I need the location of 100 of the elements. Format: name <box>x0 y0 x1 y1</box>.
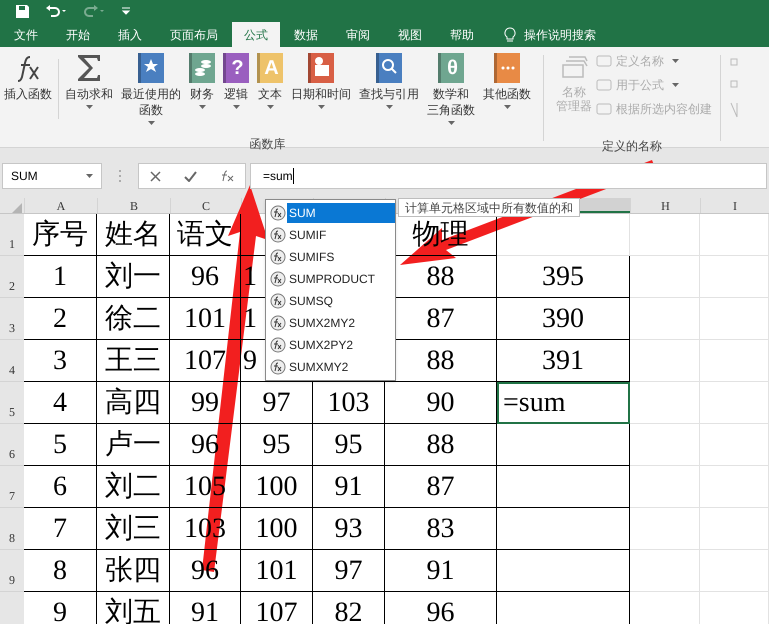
table-cell <box>700 466 769 508</box>
table-cell: 高四 <box>97 382 170 424</box>
grip-icon <box>118 169 122 183</box>
ribbon-button[interactable]: 财务 <box>185 47 219 135</box>
row-header[interactable]: 7 <box>0 466 24 508</box>
table-cell: 刘二 <box>97 466 170 508</box>
dots-book-icon <box>494 53 520 83</box>
table-cell: 95 <box>241 424 313 466</box>
function-icon <box>270 315 286 331</box>
table-cell: 90 <box>385 382 497 424</box>
table-cell: 姓名 <box>97 214 170 256</box>
row-header[interactable]: 6 <box>0 424 24 466</box>
magnifier-book-icon <box>376 53 402 83</box>
theta-book-icon: θ <box>438 53 464 83</box>
tag-icon <box>596 102 612 116</box>
table-cell <box>630 382 700 424</box>
table-cell: 7 <box>24 508 97 550</box>
table-cell: 3 <box>24 340 97 382</box>
undo-icon[interactable] <box>45 5 67 17</box>
ribbon-tab[interactable]: 公式 <box>232 22 280 47</box>
ribbon-tab[interactable]: 审阅 <box>332 22 384 47</box>
function-icon <box>270 293 286 309</box>
function-tooltip: 计算单元格区域中所有数值的和 <box>398 198 580 217</box>
tell-me-search[interactable]: 操作说明搜索 <box>516 22 604 47</box>
ribbon-button[interactable]: 自动求和 <box>61 47 117 135</box>
text-book-icon: A <box>257 53 283 83</box>
ribbon-tab[interactable]: 开始 <box>52 22 104 47</box>
ribbon-button[interactable]: 插入函数 <box>0 47 56 135</box>
table-cell: 9 <box>24 592 97 624</box>
table-cell: 6 <box>24 466 97 508</box>
tag-icon <box>596 78 612 92</box>
table-cell: 97 <box>313 550 385 592</box>
table-cell <box>700 550 769 592</box>
table-cell: 序号 <box>24 214 97 256</box>
name-box[interactable]: SUM <box>2 163 102 189</box>
ribbon-tab[interactable]: 插入 <box>104 22 156 47</box>
table-cell: 87 <box>385 466 497 508</box>
function-icon <box>270 271 286 287</box>
insert-function-icon[interactable] <box>220 170 234 182</box>
table-cell <box>630 340 700 382</box>
table-cell: 395 <box>497 256 630 298</box>
ribbon-button[interactable]: 其他函数 <box>479 47 535 135</box>
ribbon-tab[interactable]: 视图 <box>384 22 436 47</box>
star-book-icon <box>138 53 164 83</box>
table-cell: 95 <box>313 424 385 466</box>
function-icon <box>270 227 286 243</box>
ribbon-button[interactable]: ? 逻辑 <box>219 47 253 135</box>
table-cell: 82 <box>313 592 385 624</box>
row-header[interactable]: 3 <box>0 298 24 340</box>
table-cell: 1 <box>24 256 97 298</box>
table-cell: 390 <box>497 298 630 340</box>
row-header[interactable]: 4 <box>0 340 24 382</box>
ribbon-button[interactable]: A 文本 <box>253 47 287 135</box>
ribbon-tab[interactable]: 帮助 <box>436 22 488 47</box>
table-cell: 100 <box>241 508 313 550</box>
table-cell: 100 <box>241 466 313 508</box>
save-icon[interactable] <box>16 4 29 18</box>
column-header[interactable]: I <box>700 198 769 213</box>
row-header[interactable]: 5 <box>0 382 24 424</box>
ribbon-button[interactable]: 日期和时间 <box>287 47 355 135</box>
column-header[interactable]: A <box>24 198 97 213</box>
row-header[interactable]: 1 <box>0 214 24 256</box>
tag-icon <box>596 54 612 68</box>
enter-check-icon[interactable] <box>184 170 197 182</box>
ribbon-tab[interactable]: 文件 <box>0 22 52 47</box>
ribbon-button[interactable]: 最近使用的 函数 <box>117 47 185 135</box>
table-cell: 391 <box>497 340 630 382</box>
customize-caret-icon[interactable] <box>121 7 131 15</box>
table-cell: 2 <box>24 298 97 340</box>
column-header[interactable]: H <box>630 198 700 213</box>
table-cell <box>700 382 769 424</box>
row-header[interactable]: 9 <box>0 550 24 592</box>
table-cell <box>630 298 700 340</box>
table-cell <box>630 550 700 592</box>
ribbon-button[interactable]: θ 数学和 三角函数 <box>423 47 479 135</box>
table-cell: 4 <box>24 382 97 424</box>
question-book-icon: ? <box>223 53 249 83</box>
table-cell <box>700 424 769 466</box>
row-header[interactable]: 8 <box>0 508 24 550</box>
table-cell: 5 <box>24 424 97 466</box>
table-cell: 卢一 <box>97 424 170 466</box>
column-header[interactable]: B <box>97 198 170 213</box>
table-cell: 徐二 <box>97 298 170 340</box>
calendar-book-icon <box>308 53 334 83</box>
table-cell: 刘一 <box>97 256 170 298</box>
table-cell <box>630 508 700 550</box>
table-cell <box>700 256 769 298</box>
row-header[interactable]: 2 <box>0 256 24 298</box>
cancel-icon[interactable] <box>150 170 162 182</box>
ribbon-tab[interactable]: 数据 <box>280 22 332 47</box>
formula-input[interactable]: =sum <box>250 163 767 189</box>
table-cell: 8 <box>24 550 97 592</box>
table-cell: 93 <box>313 508 385 550</box>
function-icon <box>270 249 286 265</box>
function-icon <box>270 337 286 353</box>
coins-book-icon <box>189 53 215 83</box>
ribbon-button[interactable]: 查找与引用 <box>355 47 423 135</box>
caret-icon <box>86 174 93 178</box>
table-cell: 91 <box>385 550 497 592</box>
ribbon-tab[interactable]: 页面布局 <box>156 22 232 47</box>
